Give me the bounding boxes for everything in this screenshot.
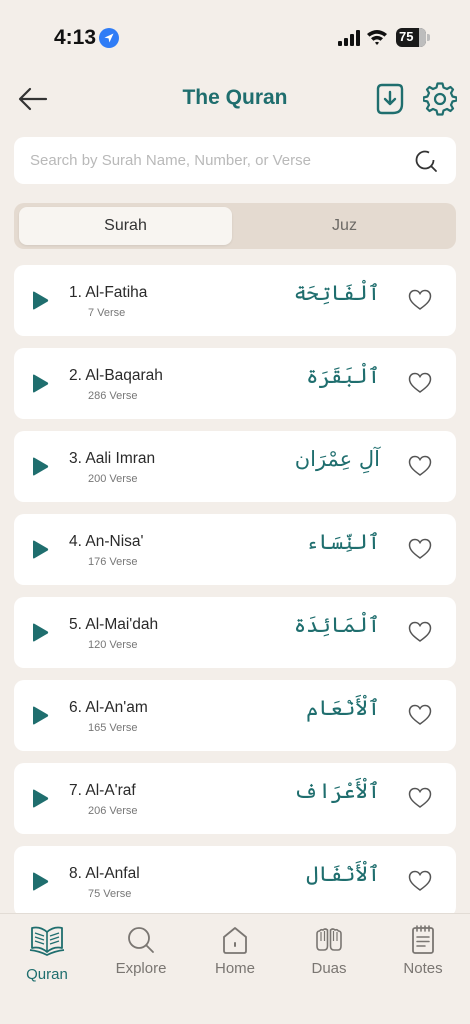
tab-juz[interactable]: Juz: [238, 207, 451, 245]
play-icon[interactable]: [31, 872, 49, 891]
location-arrow-icon: [99, 28, 119, 48]
verse-count: 286 Verse: [88, 390, 138, 402]
arabic-name: ٱلْأَعْرَاف: [293, 779, 380, 803]
tab-label: Duas: [311, 960, 347, 977]
search-box: [14, 137, 456, 184]
surah-title: 6. Al-An'am: [69, 699, 148, 716]
play-icon[interactable]: [31, 374, 49, 393]
verse-count: 176 Verse: [88, 556, 138, 568]
heart-icon[interactable]: [408, 621, 432, 643]
list-item[interactable]: 5. Al-Mai'dah 120 Verse ٱلْمَائِدَة: [14, 597, 456, 668]
heart-icon[interactable]: [408, 704, 432, 726]
surah-title: 5. Al-Mai'dah: [69, 616, 159, 633]
download-icon[interactable]: [374, 82, 406, 116]
heart-icon[interactable]: [408, 289, 432, 311]
tab-duas[interactable]: Duas: [284, 920, 374, 984]
list-item[interactable]: 8. Al-Anfal 75 Verse ٱلْأَنْفَال: [14, 846, 456, 913]
play-icon[interactable]: [31, 789, 49, 808]
arabic-name: ٱلْمَائِدَة: [293, 613, 380, 637]
arabic-name: ٱلْبَقَرَة: [306, 364, 380, 388]
list-item[interactable]: 2. Al-Baqarah 286 Verse ٱلْبَقَرَة: [14, 348, 456, 419]
list-item[interactable]: 3. Aali Imran 200 Verse آلِ عِمْرَان: [14, 431, 456, 502]
surah-title: 4. An-Nisa': [69, 533, 144, 550]
search-icon: [128, 927, 154, 953]
status-bar: 4:13 75: [0, 0, 470, 76]
battery-level: 75: [399, 29, 414, 44]
arabic-name: ٱلنِّسَاء: [306, 530, 380, 554]
tab-label: Quran: [26, 966, 68, 983]
tab-explore[interactable]: Explore: [96, 920, 186, 984]
tab-surah[interactable]: Surah: [19, 207, 232, 245]
tab-quran[interactable]: Quran: [2, 920, 92, 984]
tab-label: Explore: [115, 960, 167, 977]
heart-icon[interactable]: [408, 870, 432, 892]
verse-count: 165 Verse: [88, 722, 138, 734]
search-icon[interactable]: [414, 149, 438, 173]
surah-juz-toggle: Surah Juz: [14, 203, 456, 249]
heart-icon[interactable]: [408, 538, 432, 560]
praying-hands-icon: [316, 928, 342, 951]
list-item[interactable]: 6. Al-An'am 165 Verse ٱلْأَنْعَام: [14, 680, 456, 751]
surah-title: 2. Al-Baqarah: [69, 367, 163, 384]
bottom-tab-bar: Quran Explore Home Duas Notes: [0, 913, 470, 1024]
list-item[interactable]: 1. Al-Fatiha 7 Verse ٱلْفَاتِحَة: [14, 265, 456, 336]
heart-icon[interactable]: [408, 372, 432, 394]
arabic-name: ٱلْأَنْفَال: [306, 862, 380, 886]
verse-count: 7 Verse: [88, 307, 126, 319]
surah-title: 3. Aali Imran: [69, 450, 156, 467]
list-item[interactable]: 7. Al-A'raf 206 Verse ٱلْأَعْرَاف: [14, 763, 456, 834]
surah-title: 1. Al-Fatiha: [69, 284, 148, 301]
search-input[interactable]: [30, 137, 410, 184]
surah-list: 1. Al-Fatiha 7 Verse ٱلْفَاتِحَة 2. Al-B…: [14, 265, 456, 913]
notes-icon: [412, 925, 434, 954]
arabic-name: ٱلْفَاتِحَة: [293, 281, 380, 305]
play-icon[interactable]: [31, 623, 49, 642]
header: The Quran: [0, 76, 470, 124]
verse-count: 206 Verse: [88, 805, 138, 817]
status-time: 4:13: [54, 26, 97, 49]
list-item[interactable]: 4. An-Nisa' 176 Verse ٱلنِّسَاء: [14, 514, 456, 585]
surah-title: 7. Al-A'raf: [69, 782, 136, 799]
play-icon[interactable]: [31, 706, 49, 725]
home-icon: [223, 927, 247, 954]
arabic-name: ٱلْأَنْعَام: [306, 696, 380, 720]
arabic-name: آلِ عِمْرَان: [294, 447, 380, 471]
heart-icon[interactable]: [408, 455, 432, 477]
tab-notes[interactable]: Notes: [378, 920, 468, 984]
tab-label: Notes: [403, 960, 443, 977]
tab-label: Home: [214, 960, 255, 977]
gear-icon[interactable]: [423, 82, 457, 116]
verse-count: 120 Verse: [88, 639, 138, 651]
play-icon[interactable]: [31, 540, 49, 559]
verse-count: 75 Verse: [88, 888, 132, 900]
tab-home[interactable]: Home: [190, 920, 280, 984]
battery-indicator: 75: [396, 28, 430, 47]
surah-title: 8. Al-Anfal: [69, 865, 140, 882]
wifi-icon: [367, 30, 387, 45]
play-icon[interactable]: [31, 457, 49, 476]
cellular-signal-icon: [338, 30, 360, 46]
book-icon: [29, 926, 65, 956]
verse-count: 200 Verse: [88, 473, 138, 485]
heart-icon[interactable]: [408, 787, 432, 809]
play-icon[interactable]: [31, 291, 49, 310]
